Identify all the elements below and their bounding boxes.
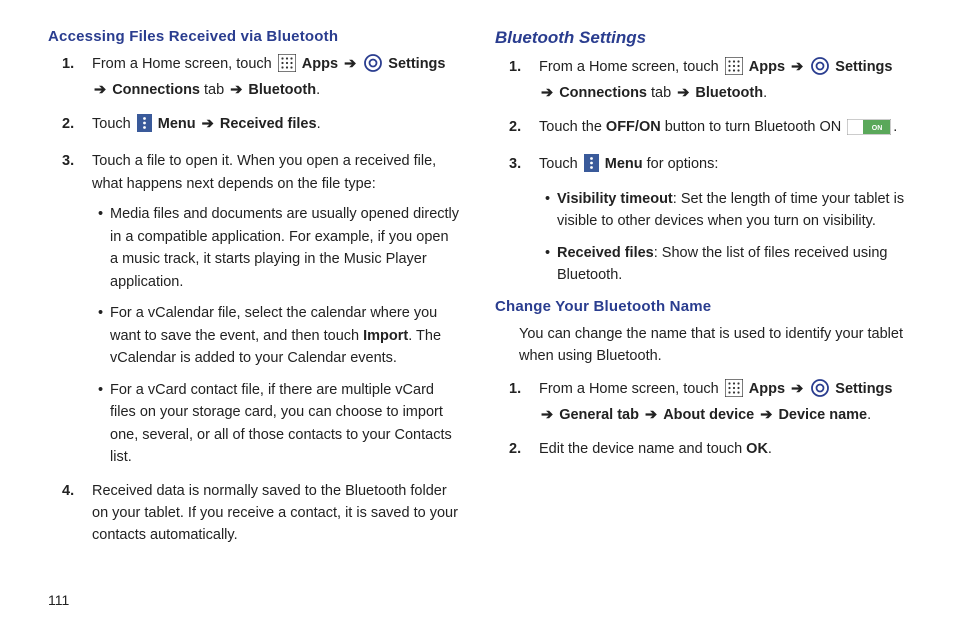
arrow-icon: ➔ — [675, 85, 691, 101]
device-name-label: Device name — [778, 407, 867, 423]
heading-accessing-files: Accessing Files Received via Bluetooth — [48, 28, 459, 45]
arrow-icon: ➔ — [92, 82, 108, 98]
arrow-icon: ➔ — [342, 56, 358, 72]
apps-label: Apps — [749, 59, 785, 75]
change-step-1: From a Home screen, touch Apps ➔ Setting… — [539, 378, 906, 427]
visibility-label: Visibility timeout — [557, 191, 673, 207]
left-bullets: Media files and documents are usually op… — [92, 203, 459, 468]
settings-label: Settings — [835, 381, 892, 397]
text: Edit the device name and touch — [539, 441, 746, 457]
page-number: 111 — [48, 592, 69, 608]
bullet-received: Received files: Show the list of files r… — [545, 242, 906, 287]
arrow-icon: ➔ — [200, 116, 216, 132]
bluetooth-label: Bluetooth — [695, 85, 763, 101]
text: tab — [200, 82, 228, 98]
text: Touch a file to open it. When you open a… — [92, 153, 436, 191]
text: From a Home screen, touch — [539, 381, 723, 397]
left-steps: From a Home screen, touch Apps ➔ Setting… — [48, 53, 459, 547]
settings-label: Settings — [835, 59, 892, 75]
bullet-vcard: For a vCard contact file, if there are m… — [98, 379, 459, 469]
arrow-icon: ➔ — [539, 407, 555, 423]
right-bullets: Visibility timeout: Set the length of ti… — [539, 188, 906, 287]
right-column: Bluetooth Settings From a Home screen, t… — [495, 28, 906, 558]
arrow-icon: ➔ — [228, 82, 244, 98]
arrow-icon: ➔ — [758, 407, 774, 423]
about-device-label: About device — [663, 407, 754, 423]
menu-label: Menu — [158, 116, 196, 132]
import-label: Import — [363, 328, 408, 344]
text: Touch — [539, 156, 582, 172]
heading-bluetooth-settings: Bluetooth Settings — [495, 28, 906, 48]
apps-icon — [725, 57, 743, 82]
general-tab-label: General tab — [559, 407, 639, 423]
menu-label: Menu — [605, 156, 643, 172]
arrow-icon: ➔ — [789, 59, 805, 75]
text: From a Home screen, touch — [539, 59, 723, 75]
change-name-intro: You can change the name that is used to … — [519, 323, 906, 368]
off-on-label: OFF/ON — [606, 119, 661, 135]
menu-icon — [137, 114, 152, 139]
left-step-1: From a Home screen, touch Apps ➔ Setting… — [92, 53, 459, 102]
arrow-icon: ➔ — [643, 407, 659, 423]
ok-label: OK — [746, 441, 768, 457]
text: button to turn Bluetooth ON — [661, 119, 846, 135]
on-toggle-icon — [847, 119, 891, 142]
bullet-vcalendar: For a vCalendar file, select the calenda… — [98, 302, 459, 369]
bullet-media: Media files and documents are usually op… — [98, 203, 459, 293]
settings-label: Settings — [388, 56, 445, 72]
heading-change-name: Change Your Bluetooth Name — [495, 298, 906, 315]
arrow-icon: ➔ — [789, 381, 805, 397]
text: From a Home screen, touch — [92, 56, 276, 72]
apps-icon — [278, 54, 296, 79]
settings-icon — [364, 54, 382, 79]
arrow-icon: ➔ — [539, 85, 555, 101]
right-step-3: Touch Menu for options: Visibility timeo… — [539, 153, 906, 286]
apps-label: Apps — [302, 56, 338, 72]
right-step-1: From a Home screen, touch Apps ➔ Setting… — [539, 56, 906, 105]
left-step-3: Touch a file to open it. When you open a… — [92, 150, 459, 468]
left-step-2: Touch Menu ➔ Received files. — [92, 113, 459, 139]
settings-icon — [811, 379, 829, 404]
connections-label: Connections — [112, 82, 200, 98]
right-steps-1: From a Home screen, touch Apps ➔ Setting… — [495, 56, 906, 287]
received-files-label: Received files — [220, 116, 317, 132]
apps-label: Apps — [749, 381, 785, 397]
left-column: Accessing Files Received via Bluetooth F… — [48, 28, 459, 558]
right-step-2: Touch the OFF/ON button to turn Bluetoot… — [539, 116, 906, 142]
text: tab — [647, 85, 675, 101]
connections-label: Connections — [559, 85, 647, 101]
apps-icon — [725, 379, 743, 404]
text: Touch — [92, 116, 135, 132]
bluetooth-label: Bluetooth — [248, 82, 316, 98]
text: for options: — [643, 156, 719, 172]
text: Touch the — [539, 119, 606, 135]
received-label: Received files — [557, 245, 654, 261]
menu-icon — [584, 154, 599, 179]
page: Accessing Files Received via Bluetooth F… — [0, 0, 954, 558]
change-step-2: Edit the device name and touch OK. — [539, 438, 906, 460]
right-steps-2: From a Home screen, touch Apps ➔ Setting… — [495, 378, 906, 460]
bullet-visibility: Visibility timeout: Set the length of ti… — [545, 188, 906, 233]
left-step-4: Received data is normally saved to the B… — [92, 480, 459, 547]
settings-icon — [811, 57, 829, 82]
